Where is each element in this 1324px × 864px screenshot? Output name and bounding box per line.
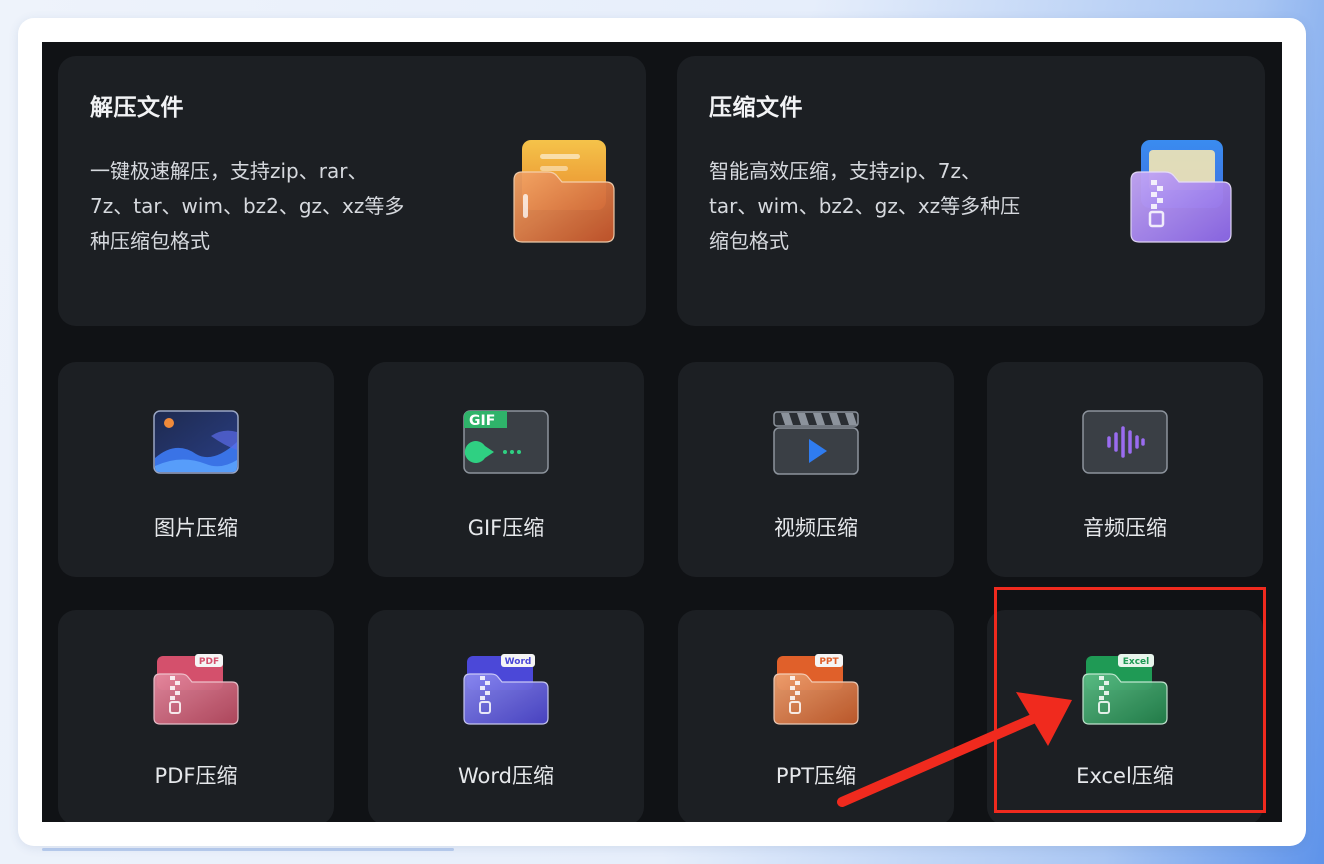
word-badge-text: Word bbox=[505, 657, 532, 667]
audio-wave-icon bbox=[1082, 410, 1168, 474]
extract-files-card[interactable]: 解压文件 一键极速解压，支持zip、rar、 7z、tar、wim、bz2、gz… bbox=[58, 56, 646, 326]
tile-label-audio: 音频压缩 bbox=[1083, 516, 1167, 540]
tile-label-video: 视频压缩 bbox=[774, 516, 858, 540]
compress-files-description: 智能高效压缩，支持zip、7z、 tar、wim、bz2、gz、xz等多种压 缩… bbox=[709, 159, 1021, 253]
word-zip-icon: Word bbox=[463, 654, 549, 725]
gif-badge-text: GIF bbox=[469, 413, 495, 429]
tile-word-compress[interactable]: Word Word压缩 bbox=[368, 610, 644, 822]
compress-files-card[interactable]: 压缩文件 智能高效压缩，支持zip、7z、 tar、wim、bz2、gz、xz等… bbox=[677, 56, 1265, 326]
tile-label-word: Word压缩 bbox=[458, 764, 554, 788]
tile-label-ppt: PPT压缩 bbox=[775, 764, 857, 788]
compress-folder-icon bbox=[1130, 140, 1232, 243]
tile-ppt-compress[interactable]: PPT PPT压缩 bbox=[678, 610, 954, 822]
tile-audio-compress[interactable]: 音频压缩 bbox=[987, 362, 1263, 577]
image-icon bbox=[153, 410, 239, 474]
tile-pdf-compress[interactable]: PDF PDF压缩 bbox=[58, 610, 334, 822]
excel-highlight-box bbox=[994, 587, 1266, 813]
tile-label-gif: GIF压缩 bbox=[467, 516, 545, 540]
extract-files-description: 一键极速解压，支持zip、rar、 7z、tar、wim、bz2、gz、xz等多… bbox=[90, 159, 405, 253]
pdf-badge-text: PDF bbox=[199, 657, 219, 667]
ppt-zip-icon: PPT bbox=[773, 654, 859, 725]
tile-label-image: 图片压缩 bbox=[154, 516, 238, 540]
app-panel: 解压文件 一键极速解压，支持zip、rar、 7z、tar、wim、bz2、gz… bbox=[42, 42, 1282, 822]
gif-icon: GIF bbox=[463, 410, 549, 474]
extract-folder-icon bbox=[513, 140, 615, 243]
tile-image-compress[interactable]: 图片压缩 bbox=[58, 362, 334, 577]
extract-files-title: 解压文件 bbox=[90, 95, 184, 121]
tile-label-pdf: PDF压缩 bbox=[154, 764, 238, 788]
ppt-badge-text: PPT bbox=[819, 657, 839, 667]
compress-files-title: 压缩文件 bbox=[709, 95, 803, 121]
pdf-zip-icon: PDF bbox=[153, 654, 239, 725]
tile-gif-compress[interactable]: GIF GIF压缩 bbox=[368, 362, 644, 577]
scroll-progress-line bbox=[42, 848, 454, 851]
tile-video-compress[interactable]: 视频压缩 bbox=[678, 362, 954, 577]
video-clapper-icon bbox=[773, 411, 859, 475]
